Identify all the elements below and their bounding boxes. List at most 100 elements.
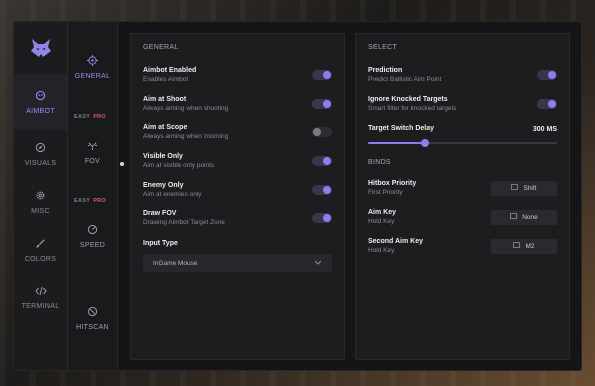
sidebar-item-label: TERMINAL [21, 303, 60, 310]
sidebar-item-label: AIMBOT [26, 107, 55, 115]
keyboard-icon [511, 184, 519, 192]
key-label: M2 [525, 242, 535, 250]
setting-ignore-knocked: Ignore Knocked Targets Smart filter for … [368, 96, 557, 113]
tab-speed[interactable]: SPEED [68, 224, 117, 249]
crosshair-face-icon [35, 90, 46, 104]
aim-key-button[interactable]: None [491, 209, 557, 225]
keyboard-icon [510, 213, 518, 221]
input-type-row: Input Type [143, 240, 332, 249]
delay-label: Target Switch Delay [368, 125, 435, 132]
brush-icon [35, 238, 46, 252]
setting-enemy-only: Enemy Only Aim at enemies only [143, 182, 332, 199]
bind-subtitle: First Priority [368, 188, 403, 196]
target-icon [87, 55, 98, 69]
tab-label: GENERAL [74, 73, 111, 80]
tab-fov[interactable]: FOV [68, 140, 117, 165]
dropdown-value: InGame Mouse [153, 259, 198, 267]
setting-title: Aim at Scope [143, 124, 188, 131]
hitbox-priority-key-button[interactable]: Shift [491, 180, 557, 196]
setting-subtitle: Aim at enemies only [143, 190, 202, 198]
chevron-down-icon [314, 260, 322, 267]
tab-label: HITSCAN [76, 324, 109, 331]
key-label: None [522, 213, 538, 221]
setting-subtitle: Aim at visible only points [143, 161, 215, 169]
setting-subtitle: Enables Aimbot [143, 75, 189, 83]
compass-icon [35, 142, 46, 156]
bind-second-aim-key: Second Aim Key Hold Key M2 [368, 238, 557, 255]
visible-only-toggle[interactable] [312, 156, 332, 167]
delay-value: 300 MS [532, 125, 557, 133]
panel-title: SELECT [368, 44, 398, 51]
tab-label: FOV [84, 158, 101, 165]
aim-at-shoot-toggle[interactable] [312, 99, 332, 110]
ignore-knocked-toggle[interactable] [537, 99, 557, 110]
sidebar-item-label: COLORS [24, 255, 57, 263]
setting-title: Aim at Shoot [143, 96, 187, 103]
bind-hitbox-priority: Hitbox Priority First Priority Shift [368, 180, 557, 197]
tab-general[interactable]: GENERAL [68, 55, 117, 80]
setting-visible-only: Visible Only Aim at visible only points [143, 153, 332, 170]
key-label: Shift [523, 184, 537, 192]
setting-title: Draw FOV [143, 210, 177, 217]
target-switch-delay-row: Target Switch Delay 300 MS [368, 125, 557, 134]
cheat-menu-window: AIMBOT VISUALS MISC COLORS TERMINAL GENE… [14, 22, 581, 370]
slider-fill [368, 142, 425, 144]
scroll-indicator-dot [120, 162, 124, 166]
bind-subtitle: Hold Key [368, 246, 395, 254]
prediction-toggle[interactable] [537, 70, 557, 81]
general-panel: GENERAL Aimbot Enabled Enables Aimbot Ai… [130, 33, 345, 360]
setting-title: Visible Only [143, 153, 183, 160]
setting-title: Enemy Only [143, 182, 184, 189]
sidebar-item-visuals[interactable]: VISUALS [14, 130, 67, 178]
sidebar-item-misc[interactable]: MISC [14, 178, 67, 226]
main-sidebar: AIMBOT VISUALS MISC COLORS TERMINAL [14, 22, 68, 370]
hitscan-icon [87, 306, 98, 320]
speed-gauge-icon [87, 224, 98, 238]
binds-title: BINDS [368, 159, 391, 166]
bind-title: Aim Key [368, 209, 397, 216]
setting-subtitle: Predict Ballistic Aim Point [368, 75, 442, 83]
difficulty-tags-speed: EASY PRO [74, 198, 106, 204]
select-panel: SELECT Prediction Predict Ballistic Aim … [355, 33, 570, 360]
setting-subtitle: Always aiming when zooming [143, 132, 229, 140]
input-type-dropdown[interactable]: InGame Mouse [143, 254, 332, 272]
difficulty-tags-fov: EASY PRO [74, 114, 106, 120]
target-switch-delay-slider[interactable] [368, 138, 557, 148]
bind-title: Second Aim Key [368, 238, 423, 245]
sidebar-item-aimbot[interactable]: AIMBOT [14, 74, 67, 130]
tab-label: SPEED [79, 242, 106, 249]
sidebar-item-label: MISC [31, 207, 50, 215]
setting-subtitle: Smart filter for knocked targets [368, 104, 457, 112]
setting-aimbot-enabled: Aimbot Enabled Enables Aimbot [143, 67, 332, 84]
aimbot-enabled-toggle[interactable] [312, 70, 332, 81]
slider-thumb[interactable] [420, 139, 429, 147]
second-aim-key-button[interactable]: M2 [491, 238, 557, 254]
setting-draw-fov: Draw FOV Drawing Aimbot Target Zone [143, 210, 332, 227]
setting-title: Prediction [368, 67, 403, 74]
pro-tag: PRO [93, 114, 107, 120]
setting-title: Aimbot Enabled [143, 67, 197, 74]
code-icon [34, 286, 47, 299]
sidebar-item-colors[interactable]: COLORS [14, 226, 67, 274]
setting-prediction: Prediction Predict Ballistic Aim Point [368, 67, 557, 84]
aim-at-scope-toggle[interactable] [312, 127, 332, 138]
fov-icon [87, 140, 98, 154]
panel-title: GENERAL [143, 44, 179, 51]
pro-tag: PRO [93, 198, 107, 204]
input-type-label: Input Type [143, 240, 178, 247]
setting-subtitle: Drawing Aimbot Target Zone [143, 218, 225, 226]
easy-tag: EASY [74, 114, 91, 120]
aimbot-subnav: GENERAL EASY PRO FOV EASY PRO SPEED HITS… [68, 22, 124, 370]
draw-fov-toggle[interactable] [312, 213, 332, 224]
setting-title: Ignore Knocked Targets [368, 96, 448, 103]
sidebar-item-terminal[interactable]: TERMINAL [14, 274, 67, 322]
content-area: GENERAL Aimbot Enabled Enables Aimbot Ai… [118, 22, 581, 370]
setting-aim-at-shoot: Aim at Shoot Always aiming when shooting [143, 96, 332, 113]
setting-subtitle: Always aiming when shooting [143, 104, 229, 112]
bind-subtitle: Hold Key [368, 217, 395, 225]
enemy-only-toggle[interactable] [312, 185, 332, 196]
sidebar-item-label: VISUALS [24, 159, 57, 167]
tab-hitscan[interactable]: HITSCAN [68, 306, 117, 331]
easy-tag: EASY [74, 198, 91, 204]
gear-icon [35, 190, 46, 204]
